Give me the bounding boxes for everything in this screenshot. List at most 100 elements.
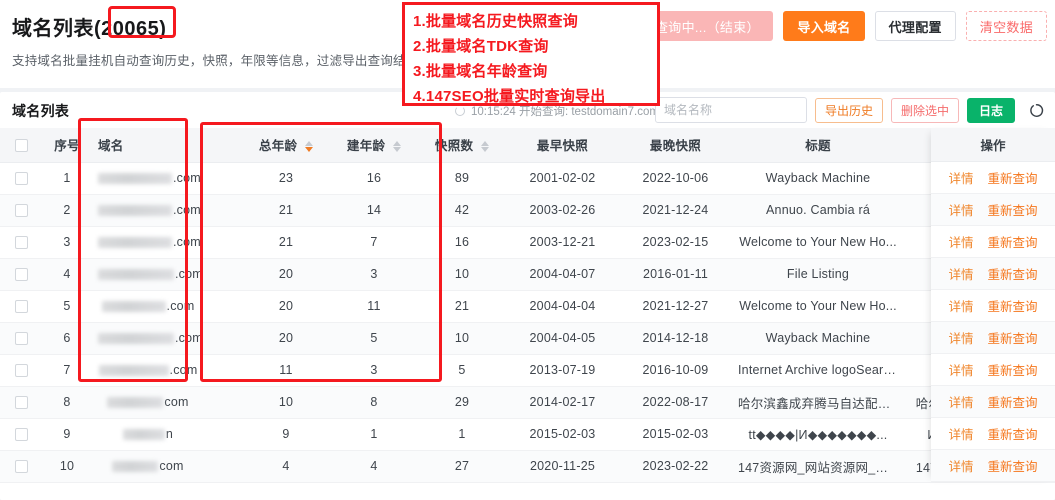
annotation-note: 2.批量域名TDK查询 xyxy=(413,38,549,55)
header-index: 序号 xyxy=(42,128,92,163)
delete-selected-button[interactable]: 删除选中 xyxy=(890,97,959,123)
detail-link[interactable]: 详情 xyxy=(948,392,973,411)
domain-blurred-part xyxy=(112,461,159,473)
title-value: Internet Archive logoSearc... xyxy=(738,363,898,377)
sort-snapshots-icon[interactable] xyxy=(481,141,490,153)
header-build-age[interactable]: 建年龄 xyxy=(330,128,418,163)
table-row: 7 .com 11 3 5 2013-07-19 2016-10-09 Internet Ar… xyxy=(0,354,1055,387)
export-history-button[interactable]: 导出历史 xyxy=(814,97,883,123)
cell-build-age: 8 xyxy=(330,386,418,419)
row-checkbox[interactable] xyxy=(14,460,28,474)
row-checkbox-cell xyxy=(0,290,42,323)
header-earliest: 最早快照 xyxy=(506,128,619,163)
cell-latest: 2016-01-11 xyxy=(619,258,732,291)
requery-link[interactable]: 重新查询 xyxy=(988,328,1038,347)
row-checkbox-cell xyxy=(0,194,42,227)
domain-blurred-part xyxy=(101,301,166,313)
domain-blurred-part xyxy=(98,365,169,377)
querying-label: 查询中...（结束） xyxy=(654,19,760,35)
header-snapshots[interactable]: 快照数 xyxy=(418,128,506,163)
detail-link[interactable]: 详情 xyxy=(948,296,973,315)
cell-build-age: 5 xyxy=(330,322,418,355)
row-checkbox[interactable] xyxy=(14,332,28,346)
clear-data-button[interactable]: 清空数据 xyxy=(965,11,1047,41)
requery-link[interactable]: 重新查询 xyxy=(988,264,1038,283)
sort-build-age-icon[interactable] xyxy=(393,141,402,153)
header-actions: 查询中...（结束） 导入域名 代理配置 清空数据 xyxy=(625,11,1047,41)
requery-link[interactable]: 重新查询 xyxy=(988,392,1038,411)
title-value: 147资源网_网站资源网_网... xyxy=(738,460,898,475)
requery-link[interactable]: 重新查询 xyxy=(988,360,1038,379)
cell-domain: com xyxy=(92,450,204,483)
action-column-fixed: 操作 详情 重新查询 详情 重新查询 详情 重新查询 详情 重新查询 详情 重新查询 详情 重新查询详… xyxy=(931,128,1055,482)
detail-link[interactable]: 详情 xyxy=(948,360,973,379)
requery-link[interactable]: 重新查询 xyxy=(988,424,1038,443)
requery-link[interactable]: 重新查询 xyxy=(988,232,1038,251)
cell-earliest: 2003-02-26 xyxy=(506,194,619,227)
cell-spacer xyxy=(204,418,242,451)
header-title: 标题 xyxy=(732,128,904,163)
table-row: 4 .com 20 3 10 2004-04-07 2016-01-11 File Listi… xyxy=(0,258,1055,291)
import-domain-button[interactable]: 导入域名 xyxy=(783,11,865,41)
requery-link[interactable]: 重新查询 xyxy=(988,200,1038,219)
title-value: Welcome to Your New Ho... xyxy=(739,235,897,249)
search-input[interactable] xyxy=(654,97,807,123)
domain-value: n xyxy=(122,427,173,441)
log-button[interactable]: 日志 xyxy=(966,97,1015,123)
cell-latest: 2023-02-15 xyxy=(619,226,732,259)
title-value: Welcome to Your New Ho... xyxy=(739,299,897,313)
detail-link[interactable]: 详情 xyxy=(948,328,973,347)
table-header-row: 序号 域名 总年龄 建年龄 快照数 最早快照 最晚快照 标题 xyxy=(0,128,1055,163)
detail-link[interactable]: 详情 xyxy=(948,264,973,283)
cell-snapshots: 10 xyxy=(418,322,506,355)
detail-link[interactable]: 详情 xyxy=(948,232,973,251)
action-cell: 详情 重新查询 xyxy=(931,450,1055,482)
domain-value: com xyxy=(107,395,188,409)
cell-earliest: 2004-04-05 xyxy=(506,322,619,355)
title-value: 哈尔滨鑫成弃腾马自达配件... xyxy=(738,396,898,411)
table-body: 1 .com 23 16 89 2001-02-02 2022-10-06 Wayback M… xyxy=(0,162,1055,483)
cell-total-age: 11 xyxy=(242,354,330,387)
domain-value: .com xyxy=(98,171,201,185)
row-checkbox[interactable] xyxy=(14,300,28,314)
row-checkbox[interactable] xyxy=(14,364,28,378)
table-row: 10 com 4 4 27 2020-11-25 2023-02-22 147资源网_网站资源… xyxy=(0,450,1055,483)
cell-snapshots: 21 xyxy=(418,290,506,323)
action-column-body: 详情 重新查询 详情 重新查询 详情 重新查询 详情 重新查询 详情 重新查询 详情 重新查询 详情 重新… xyxy=(931,162,1055,482)
requery-link[interactable]: 重新查询 xyxy=(988,168,1038,187)
row-checkbox[interactable] xyxy=(14,396,28,410)
header-total-age[interactable]: 总年龄 xyxy=(242,128,330,163)
cell-earliest: 2004-04-04 xyxy=(506,290,619,323)
row-checkbox[interactable] xyxy=(14,172,28,186)
cell-latest: 2021-12-27 xyxy=(619,290,732,323)
detail-link[interactable]: 详情 xyxy=(948,424,973,443)
cell-earliest: 2015-02-03 xyxy=(506,418,619,451)
detail-link[interactable]: 详情 xyxy=(948,200,973,219)
sort-total-age-icon[interactable] xyxy=(305,141,314,153)
row-checkbox[interactable] xyxy=(14,268,28,282)
requery-link[interactable]: 重新查询 xyxy=(988,456,1038,475)
card-tool-group: 导出历史 删除选中 日志 xyxy=(654,97,1047,123)
cell-index: 9 xyxy=(42,418,92,451)
select-all-header xyxy=(0,128,42,163)
cell-latest: 2016-10-09 xyxy=(619,354,732,387)
detail-link[interactable]: 详情 xyxy=(948,456,973,475)
cell-domain: .com xyxy=(92,354,204,387)
cell-build-age: 16 xyxy=(330,162,418,195)
row-checkbox-cell xyxy=(0,418,42,451)
cell-total-age: 9 xyxy=(242,418,330,451)
detail-link[interactable]: 详情 xyxy=(948,168,973,187)
row-checkbox[interactable] xyxy=(14,204,28,218)
row-checkbox[interactable] xyxy=(14,428,28,442)
cell-title: Annuo. Cambia rá xyxy=(732,194,904,227)
row-checkbox-cell xyxy=(0,450,42,483)
refresh-icon[interactable] xyxy=(1025,99,1047,121)
row-checkbox[interactable] xyxy=(14,236,28,250)
cell-domain: com xyxy=(92,386,204,419)
requery-link[interactable]: 重新查询 xyxy=(988,296,1038,315)
select-all-checkbox[interactable] xyxy=(14,138,28,152)
proxy-config-button[interactable]: 代理配置 xyxy=(874,11,956,41)
action-cell: 详情 重新查询 xyxy=(931,226,1055,258)
domain-value: .com xyxy=(98,363,198,377)
cell-total-age: 21 xyxy=(242,194,330,227)
